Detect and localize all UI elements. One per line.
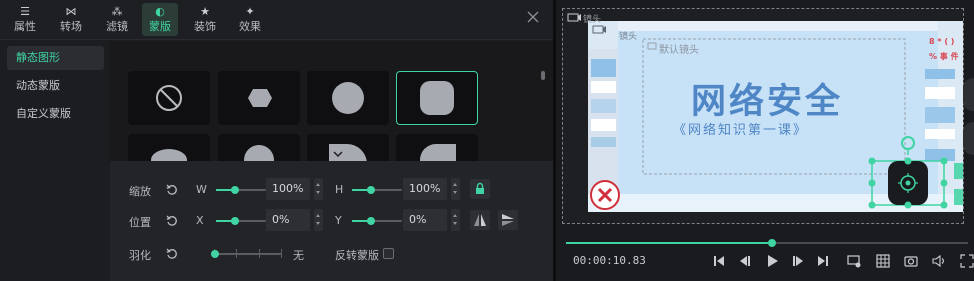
video-title: 网络安全 [691, 82, 844, 122]
shape-tile-quarter[interactable] [307, 134, 389, 161]
flip-vertical-button[interactable] [498, 210, 518, 230]
play-icon[interactable] [765, 254, 779, 268]
height-input[interactable]: 100% [403, 178, 447, 200]
flip-vertical-icon [502, 214, 514, 226]
x-stepper[interactable] [314, 209, 323, 231]
feather-label: 羽化 [129, 249, 151, 262]
shape-grid [110, 41, 553, 161]
preview-canvas: 镜头 镜头 默认镜头 8 * ( ) % 事 件 网络安全 《网络知识第一课》 [562, 8, 970, 224]
height-slider-knob[interactable] [367, 186, 375, 194]
next-frame-icon[interactable] [791, 254, 805, 268]
shape-tile-circle-2[interactable] [218, 134, 300, 161]
tab-filter[interactable]: ⁂ 滤镜 [99, 3, 135, 36]
grid-icon[interactable] [876, 254, 890, 268]
position-label: 位置 [129, 216, 151, 229]
filter-icon: ⁂ [111, 5, 123, 18]
rounded-corner-icon [420, 144, 456, 161]
close-icon[interactable] [526, 10, 540, 24]
y-input[interactable]: 0% [403, 209, 447, 231]
shape-tile-rounded-corner[interactable] [396, 134, 478, 161]
lock-icon [476, 182, 484, 194]
tab-properties[interactable]: ☰ 属性 [7, 3, 43, 36]
circle-icon [244, 145, 274, 161]
no-mask-icon [156, 85, 182, 111]
shape-tile-semicircle[interactable] [128, 134, 210, 161]
reset-icon[interactable] [166, 215, 178, 227]
volume-icon[interactable] [932, 254, 946, 268]
x-slider-knob[interactable] [231, 217, 239, 225]
width-label: W [196, 183, 207, 196]
x-label: X [196, 214, 204, 227]
shape-tile-circle[interactable] [307, 71, 389, 125]
category-tabs: ☰ 属性 ⋈ 转场 ⁂ 滤镜 ◐ 蒙版 ★ 装饰 ✦ 效果 [0, 0, 553, 40]
aspect-lock-button[interactable] [470, 179, 490, 199]
tab-mask[interactable]: ◐ 蒙版 [142, 3, 178, 36]
tab-transition[interactable]: ⋈ 转场 [53, 3, 89, 36]
side-button-bottom[interactable] [963, 122, 974, 155]
flip-horizontal-button[interactable] [470, 210, 490, 230]
sliders-icon: ☰ [20, 5, 30, 18]
shape-tile-none[interactable] [128, 71, 210, 125]
hexagon-icon [248, 89, 272, 107]
fullscreen-icon[interactable] [960, 254, 974, 268]
feather-value: 无 [293, 249, 304, 262]
y-stepper[interactable] [451, 209, 460, 231]
width-input[interactable]: 100% [266, 178, 310, 200]
tab-effects[interactable]: ✦ 效果 [232, 3, 268, 36]
reset-icon[interactable] [166, 248, 178, 260]
tab-decoration[interactable]: ★ 装饰 [187, 3, 223, 36]
invert-mask-checkbox[interactable] [383, 248, 394, 259]
timecode: 00:00:10.83 [573, 254, 646, 267]
rounded-square-icon [420, 81, 454, 115]
sidebar-item-custom-masks[interactable]: 自定义蒙版 [7, 102, 104, 126]
semicircle-icon [151, 149, 187, 161]
sidebar-item-dynamic-masks[interactable]: 动态蒙版 [7, 74, 104, 98]
width-stepper[interactable] [314, 178, 323, 200]
invert-mask-label: 反转蒙版 [335, 249, 379, 262]
mask-panel: ☰ 属性 ⋈ 转场 ⁂ 滤镜 ◐ 蒙版 ★ 装饰 ✦ 效果 静态图形 动态蒙版 … [0, 0, 553, 281]
circle-icon [332, 82, 364, 114]
width-slider-knob[interactable] [231, 186, 239, 194]
shape-tile-hexagon[interactable] [218, 71, 300, 125]
previous-frame-icon[interactable] [738, 254, 752, 268]
playback-scrubber[interactable] [768, 239, 776, 247]
y-slider-knob[interactable] [367, 217, 375, 225]
sparkle-icon: ✦ [245, 5, 255, 18]
mask-category-sidebar: 静态图形 动态蒙版 自定义蒙版 [0, 41, 110, 281]
scale-label: 缩放 [129, 185, 151, 198]
feather-slider-knob[interactable] [211, 250, 219, 258]
flip-horizontal-icon [474, 214, 486, 226]
mask-properties: 缩放 W 100% H 100% 位置 X 0% Y 0% 羽化 无 反转蒙版 [110, 161, 553, 281]
shape-grid-scrollbar[interactable] [541, 71, 545, 80]
y-label: Y [335, 214, 342, 227]
reset-icon[interactable] [166, 184, 178, 196]
screen-settings-icon[interactable] [847, 254, 861, 268]
quarter-shape-icon [329, 144, 367, 161]
side-text-2: % 事 件 [929, 52, 959, 61]
height-stepper[interactable] [451, 178, 460, 200]
height-label: H [335, 183, 344, 196]
skip-to-end-icon[interactable] [816, 254, 830, 268]
shot-label: 镜头 [583, 15, 602, 25]
mask-icon: ◐ [155, 5, 165, 18]
x-input[interactable]: 0% [266, 209, 310, 231]
star-icon: ★ [200, 5, 210, 18]
playback-progress [566, 242, 772, 244]
transition-icon: ⋈ [65, 5, 77, 18]
feather-slider-ticks [214, 249, 282, 258]
shape-tile-rounded-square[interactable] [396, 71, 478, 125]
side-button-top[interactable] [963, 78, 974, 111]
video-subtitle: 《网络知识第一课》 [673, 123, 809, 138]
skip-to-start-icon[interactable] [712, 254, 726, 268]
inner-shot-label: 镜头 [619, 32, 638, 42]
side-text-1: 8 * ( ) [929, 37, 955, 46]
camera-icon[interactable] [904, 254, 918, 268]
sidebar-item-static-shapes[interactable]: 静态图形 [7, 46, 104, 70]
default-shot-label: 默认镜头 [659, 45, 699, 56]
preview-panel: 镜头 镜头 默认镜头 8 * ( ) % 事 件 网络安全 《网络知识第一课》 … [556, 0, 974, 281]
